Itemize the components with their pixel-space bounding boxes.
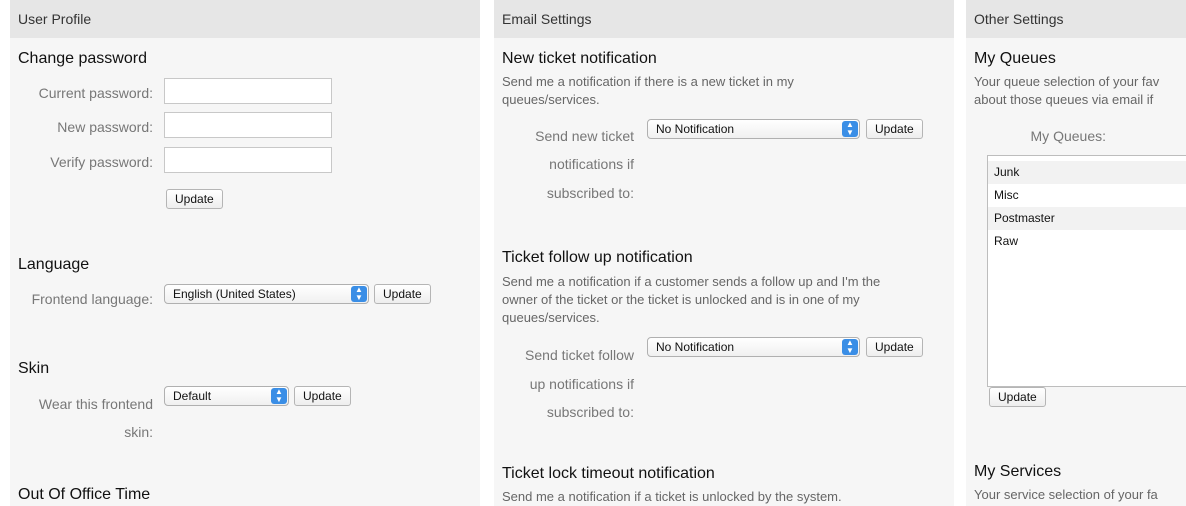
queue-list-item[interactable]: Postmaster — [988, 207, 1186, 230]
follow-up-desc-line: Send me a notification if a customer sen… — [502, 274, 881, 289]
new-ticket-label-line3: subscribed to: — [546, 185, 634, 201]
verify-password-field[interactable] — [164, 147, 332, 173]
select-arrows-icon: ▲ ▼ — [842, 121, 858, 137]
update-skin-button[interactable]: Update — [294, 386, 351, 406]
my-queues-listbox[interactable]: Junk Misc Postmaster Raw — [987, 155, 1186, 387]
skin-label-line2: skin: — [124, 424, 153, 440]
other-settings-panel: Other Settings My Queues Your queue sele… — [966, 0, 1186, 506]
skin-value: Default — [173, 389, 212, 403]
new-ticket-label-line1: Send new ticket — [535, 128, 634, 144]
new-password-label: New password: — [57, 119, 153, 135]
frontend-language-label: Frontend language: — [31, 291, 153, 307]
verify-password-label: Verify password: — [50, 154, 153, 170]
out-of-office-title: Out Of Office Time — [18, 486, 151, 503]
my-services-title: My Services — [974, 463, 1062, 480]
new-ticket-desc-line: queues/services. — [502, 92, 600, 107]
my-queues-title: My Queues — [974, 50, 1056, 67]
skin-label-line1: Wear this frontend — [38, 396, 153, 412]
follow-up-label-line1: Send ticket follow — [525, 347, 634, 363]
language-title: Language — [18, 256, 90, 273]
follow-up-description: Send me a notification if a customer sen… — [502, 273, 952, 327]
update-password-button[interactable]: Update — [166, 189, 223, 209]
lock-timeout-description: Send me a notification if a ticket is un… — [502, 489, 842, 504]
new-ticket-notification-select[interactable]: No Notification ▲ ▼ — [647, 119, 860, 139]
select-arrows-icon: ▲ ▼ — [842, 339, 858, 355]
queue-list-item[interactable]: Raw — [988, 230, 1186, 253]
frontend-language-select[interactable]: English (United States) ▲ ▼ — [164, 284, 369, 304]
new-ticket-notification-value: No Notification — [656, 122, 735, 136]
my-services-description: Your service selection of your fa — [974, 487, 1158, 502]
new-ticket-desc-line: Send me a notification if there is a new… — [502, 74, 794, 89]
change-password-title: Change password — [18, 50, 147, 67]
follow-up-notification-value: No Notification — [656, 340, 735, 354]
follow-up-label-line3: subscribed to: — [546, 404, 634, 420]
current-password-field[interactable] — [164, 78, 332, 104]
my-queues-description: Your queue selection of your fav about t… — [974, 73, 1186, 109]
new-ticket-label-line2: notifications if — [549, 156, 634, 172]
new-password-field[interactable] — [164, 112, 332, 138]
skin-select[interactable]: Default ▲ ▼ — [164, 386, 289, 406]
my-queues-desc-line: about those queues via email if — [974, 92, 1154, 107]
select-arrows-icon: ▲ ▼ — [351, 286, 367, 302]
lock-timeout-title: Ticket lock timeout notification — [502, 465, 715, 482]
queue-list-item[interactable]: Misc — [988, 184, 1186, 207]
update-follow-up-button[interactable]: Update — [866, 337, 923, 357]
follow-up-notification-select[interactable]: No Notification ▲ ▼ — [647, 337, 860, 357]
user-profile-panel: User Profile Change password Current pas… — [10, 0, 480, 506]
new-ticket-description: Send me a notification if there is a new… — [502, 73, 942, 109]
skin-title: Skin — [18, 360, 50, 377]
update-queues-button[interactable]: Update — [989, 387, 1046, 407]
current-password-label: Current password: — [38, 85, 153, 101]
email-settings-panel: Email Settings New ticket notification S… — [494, 0, 954, 506]
follow-up-desc-line: queues/services. — [502, 310, 600, 325]
update-new-ticket-button[interactable]: Update — [866, 119, 923, 139]
user-profile-header: User Profile — [10, 0, 480, 38]
email-settings-header: Email Settings — [494, 0, 954, 38]
select-arrows-icon: ▲ ▼ — [271, 388, 287, 404]
follow-up-desc-line: owner of the ticket or the ticket is unl… — [502, 292, 860, 307]
new-ticket-title: New ticket notification — [502, 50, 657, 67]
my-queues-desc-line: Your queue selection of your fav — [974, 74, 1160, 89]
frontend-language-value: English (United States) — [173, 287, 296, 301]
update-language-button[interactable]: Update — [374, 284, 431, 304]
follow-up-title: Ticket follow up notification — [502, 249, 693, 266]
other-settings-header: Other Settings — [966, 0, 1186, 38]
my-queues-label: My Queues: — [1030, 128, 1106, 144]
queue-list-item[interactable]: Junk — [988, 161, 1186, 184]
follow-up-label-line2: up notifications if — [529, 376, 634, 392]
